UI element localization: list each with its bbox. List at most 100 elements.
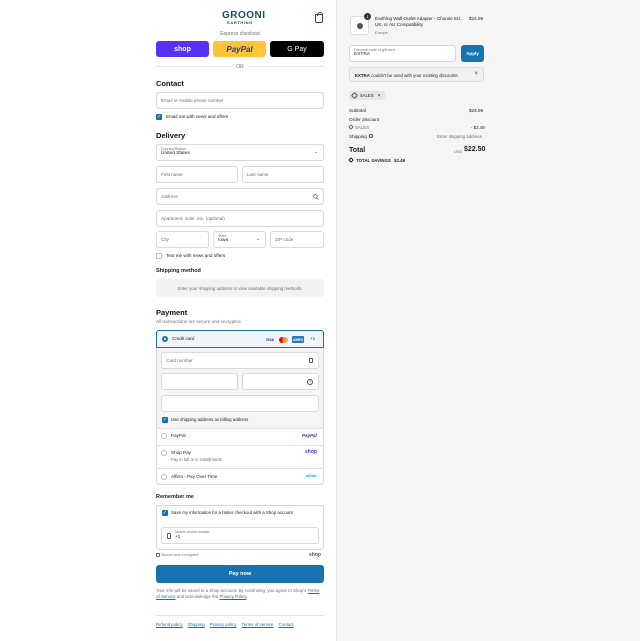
item-title: Earthing Wall Outlet Adapter - Choose EU… [375, 16, 462, 27]
expiration-field[interactable] [161, 373, 238, 390]
payment-subtitle: All transactions are secure and encrypte… [156, 319, 242, 324]
billing-checkbox[interactable]: ✓ [162, 417, 168, 423]
text-offers-label: Text me with news and offers [166, 253, 226, 258]
total-label: Total [349, 147, 366, 154]
name-on-card-field[interactable] [161, 395, 319, 412]
shipping-method-info: Enter your shipping address to view avai… [156, 279, 324, 297]
info-icon[interactable] [369, 134, 374, 138]
zip-field[interactable]: ZIP code [270, 231, 324, 248]
paypal-radio[interactable] [161, 433, 167, 439]
credit-card-radio[interactable] [162, 336, 168, 342]
divider [156, 445, 324, 446]
shoppay-logo: shop [305, 449, 317, 455]
logo-subtitle: EARTHING [227, 20, 253, 25]
city-field[interactable]: City [156, 231, 209, 248]
footer-links: Refund policy Shipping Privacy policy Te… [156, 622, 294, 627]
shipping-method-heading: Shipping method [156, 268, 201, 274]
pay-now-button[interactable]: Pay now [156, 565, 324, 583]
shoppay-radio[interactable] [161, 450, 167, 456]
error-message: couldn't be used with your existing disc… [371, 73, 459, 78]
affirm-logo: affirm [306, 474, 317, 478]
mastercard-icon [279, 337, 288, 343]
discount-code: SALES [355, 125, 370, 130]
refund-policy-link[interactable]: Refund policy [156, 622, 183, 627]
store-logo[interactable]: GROONI EARTHING [222, 11, 265, 26]
remember-heading: Remember me [156, 494, 194, 500]
search-icon [313, 194, 319, 200]
order-discount-label: Order discount [349, 117, 380, 122]
visa-icon: VISA [265, 338, 275, 342]
affirm-radio[interactable] [161, 474, 167, 480]
city-placeholder: City [161, 237, 169, 242]
shipping-row: Shipping [349, 134, 374, 139]
billing-label: Use shipping address as billing address [171, 417, 249, 422]
paypal-option-label[interactable]: PayPal [171, 433, 186, 438]
apartment-placeholder: Apartment, suite, etc. (optional) [161, 216, 225, 221]
phone-value: +1 [175, 534, 181, 539]
or-label: OR [232, 64, 248, 70]
first-name-field[interactable]: First name [156, 166, 238, 183]
mobile-phone-icon [167, 533, 171, 539]
shoppay-subtitle: Pay in full or in installments [171, 457, 222, 462]
terms-of-service-link[interactable]: Terms of service [242, 622, 274, 627]
credit-card-label: Credit card [172, 336, 195, 341]
privacy-policy-link[interactable]: Privacy policy [210, 622, 237, 627]
discount-error-text: EXTRA couldn't be used with your existin… [355, 73, 459, 78]
discount-tag-label: SALES [360, 93, 374, 98]
last-name-placeholder: Last name [247, 172, 269, 177]
shoppay-option-label[interactable]: Shop Pay [171, 450, 191, 455]
google-pay-button[interactable]: G Pay [270, 41, 324, 57]
shop-pay-button[interactable]: shop [156, 41, 209, 57]
contact-heading: Contact [156, 79, 184, 88]
shop-logo: shop [309, 552, 321, 558]
currency-label: USD [454, 149, 463, 154]
paypal-button[interactable]: PayPal [213, 41, 266, 57]
adapter-icon [357, 23, 363, 29]
security-code-field[interactable]: ? [242, 373, 319, 390]
remove-tag-icon[interactable]: × [378, 93, 381, 99]
credit-card-option[interactable]: Credit card VISA AMEX +1 [156, 330, 324, 348]
discount-field[interactable]: Discount code or gift card EXTRA [349, 45, 456, 62]
news-label: Email me with news and offers [166, 114, 229, 119]
total-savings-row: TOTAL SAVINGS $2.49 [348, 157, 405, 163]
contact-link[interactable]: Contact [279, 622, 294, 627]
checkout-form-panel: GROONI EARTHING Express checkout shop Pa… [0, 0, 337, 641]
payment-heading: Payment [156, 308, 188, 317]
country-select[interactable]: Country/Region United States ⌄ [156, 144, 324, 161]
address-field[interactable]: Address [156, 188, 324, 205]
tag-icon [348, 124, 354, 130]
card-number-placeholder: Card number [166, 358, 193, 363]
close-icon[interactable]: × [474, 71, 478, 77]
card-number-field[interactable]: Card number [161, 352, 319, 369]
save-info-checkbox[interactable]: ✓ [162, 510, 168, 516]
phone-field[interactable]: Mobile phone number +1 [161, 527, 319, 544]
more-brands-label: +1 [310, 336, 316, 341]
state-select[interactable]: State Iowa ⌄ [213, 231, 266, 248]
item-variant: Europe [375, 30, 388, 35]
last-name-field[interactable]: Last name [242, 166, 324, 183]
shipping-policy-link[interactable]: Shipping [188, 622, 205, 627]
total-value: $22.50 [464, 146, 486, 153]
email-field[interactable]: Email or mobile phone number [156, 92, 324, 109]
affirm-option-label[interactable]: Affirm - Pay Over Time [171, 474, 217, 479]
divider [156, 468, 324, 469]
paypal-logo: PayPal [302, 433, 317, 438]
footer-divider [156, 615, 324, 616]
discount-value: EXTRA [354, 52, 370, 57]
text-offers-checkbox[interactable] [156, 253, 162, 259]
apartment-field[interactable]: Apartment, suite, etc. (optional) [156, 210, 324, 227]
shopping-bag-icon[interactable] [315, 12, 323, 23]
apply-button[interactable]: Apply [461, 45, 484, 62]
chevron-down-icon: ⌄ [255, 236, 260, 242]
privacy-link[interactable]: Privacy Policy [220, 594, 247, 599]
country-value: United States [161, 151, 190, 156]
news-checkbox[interactable]: ✓ [156, 114, 162, 120]
email-placeholder: Email or mobile phone number [161, 98, 224, 103]
first-name-placeholder: First name [161, 172, 183, 177]
divider [156, 428, 324, 429]
discount-error-banner: EXTRA couldn't be used with your existin… [349, 67, 484, 82]
zip-placeholder: ZIP code [275, 237, 294, 242]
shipping-label: Shipping [349, 134, 367, 139]
tag-icon [350, 91, 359, 100]
lock-icon [309, 358, 313, 363]
